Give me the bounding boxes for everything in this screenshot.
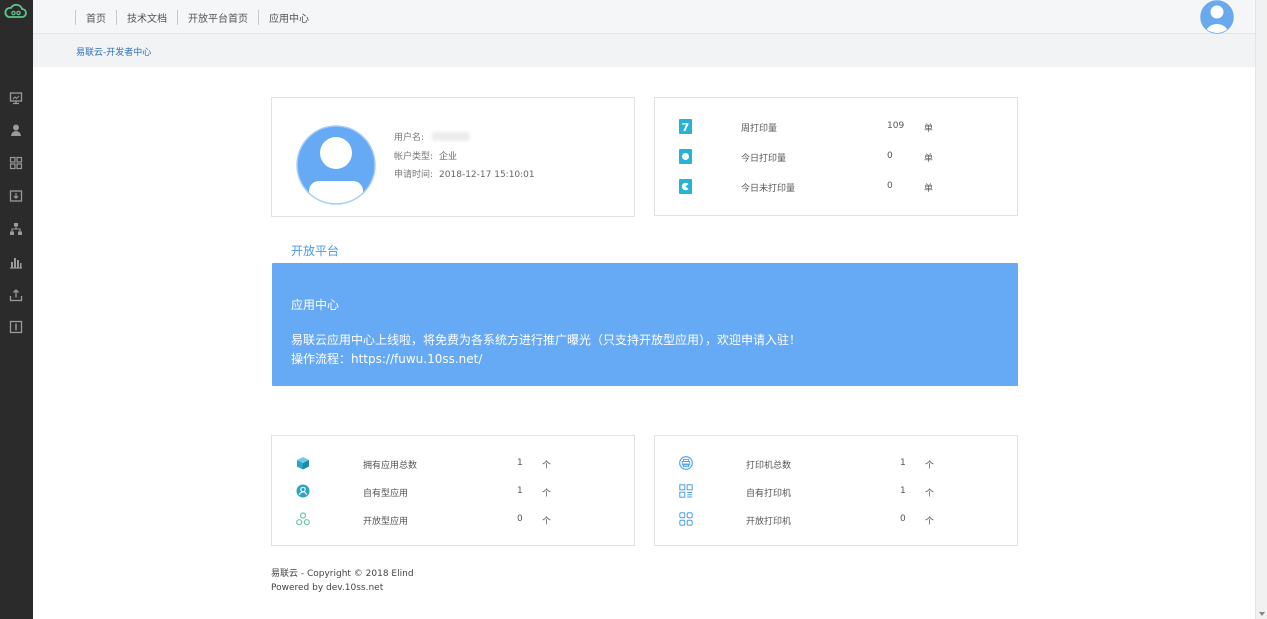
app-stat-row-total: 拥有应用总数 1 个 [296, 456, 616, 471]
banner-link[interactable]: 操作流程：https://fuwu.10ss.net/ [291, 350, 482, 367]
pacman-icon [679, 179, 692, 194]
printer-stat-label: 自有打印机 [746, 489, 792, 499]
app-stat-unit: 个 [542, 489, 552, 499]
stat-value: 0 [887, 181, 893, 191]
user-circle-icon [296, 484, 310, 498]
stat-label: 今日打印量 [741, 154, 787, 164]
user-avatar-icon[interactable] [1199, 0, 1235, 35]
calendar-7-icon: 7 [679, 119, 692, 134]
apply-time-row: 申请时间: 2018-12-17 15:10:01 [394, 167, 535, 180]
account-type-value: 企业 [439, 152, 458, 162]
account-type-row: 帐户类型: 企业 [394, 149, 457, 162]
sitemap-icon[interactable] [9, 222, 23, 236]
printer-stat-unit: 个 [925, 517, 935, 527]
circle-icon [679, 149, 692, 164]
username-label: 用户名: [394, 133, 425, 143]
printer-stat-value: 0 [900, 514, 906, 524]
share-nodes-icon [296, 512, 310, 526]
app-stats-card: 拥有应用总数 1 个 自有型应用 1 个 开放型应用 0 个 [271, 435, 635, 546]
printer-stat-label: 开放打印机 [746, 517, 792, 527]
printer-stat-row-open: 开放打印机 0 个 [679, 512, 999, 527]
printer-stat-value: 1 [900, 458, 906, 468]
app-stat-label: 拥有应用总数 [363, 461, 418, 471]
printer-stat-value: 1 [900, 486, 906, 496]
app-stat-row-own: 自有型应用 1 个 [296, 484, 616, 499]
app-stat-label: 自有型应用 [363, 489, 409, 499]
username-value-blurred [432, 132, 471, 141]
banner-title: 应用中心 [291, 298, 340, 312]
stat-unit: 单 [924, 184, 934, 194]
nav-link-platform-home[interactable]: 开放平台首页 [178, 10, 258, 25]
nav-link-docs[interactable]: 技术文档 [117, 10, 177, 25]
banner-text: 易联云应用中心上线啦，将免费为各系统方进行推广曝光（只支持开放型应用），欢迎申请… [291, 333, 802, 347]
grid-icon[interactable] [9, 156, 23, 170]
nav-link-app-center[interactable]: 应用中心 [259, 10, 319, 25]
app-stat-row-open: 开放型应用 0 个 [296, 512, 616, 527]
svg-text:7: 7 [682, 121, 690, 134]
app-stat-label: 开放型应用 [363, 517, 409, 527]
printer-stat-row-own: 自有打印机 1 个 [679, 484, 999, 499]
app-stat-unit: 个 [542, 517, 552, 527]
stat-unit: 单 [924, 154, 934, 164]
apply-time-label: 申请时间: [394, 170, 434, 180]
monitor-icon[interactable] [9, 91, 23, 105]
printer-stat-row-total: 打印机总数 1 个 [679, 456, 999, 471]
app-stat-value: 1 [517, 486, 523, 496]
footer-powered-by[interactable]: Powered by dev.10ss.net [271, 581, 414, 595]
stat-value: 0 [887, 151, 893, 161]
app-stat-unit: 个 [542, 461, 552, 471]
stat-unit: 单 [924, 124, 934, 134]
scrollbar[interactable] [1255, 0, 1267, 619]
top-nav: 首页 技术文档 开放平台首页 应用中心 [75, 0, 319, 34]
stat-value: 109 [887, 121, 905, 131]
nav-link-home[interactable]: 首页 [76, 10, 116, 25]
cube-icon [297, 457, 309, 470]
stat-label: 周打印量 [741, 124, 778, 134]
upload-icon[interactable] [9, 288, 23, 302]
apply-time-value: 2018-12-17 15:10:01 [439, 170, 535, 180]
printer-stat-unit: 个 [925, 489, 935, 499]
app-center-banner: 应用中心 易联云应用中心上线啦，将免费为各系统方进行推广曝光（只支持开放型应用）… [272, 263, 1018, 386]
printer-stats-card: 打印机总数 1 个 自有打印机 1 个 开放打印机 0 个 [654, 435, 1018, 546]
cloud-logo-icon[interactable] [4, 2, 28, 20]
section-title: 开放平台 [291, 244, 340, 258]
apps-icon [679, 512, 693, 526]
footer-copyright: 易联云 - Copyright © 2018 Elind [271, 569, 414, 579]
profile-card: 用户名: 帐户类型: 企业 申请时间: 2018-12-17 15:10:01 [271, 97, 635, 217]
app-stat-value: 0 [517, 514, 523, 524]
scroll-down-arrow-icon[interactable] [1259, 612, 1265, 616]
qrcode-icon [679, 484, 693, 498]
bar-chart-icon[interactable] [9, 255, 23, 269]
footer: 易联云 - Copyright © 2018 Elind Powered by … [271, 567, 414, 595]
print-stats-card: 7 周打印量 109 单 今日打印量 0 单 今日未打印量 0 单 [654, 97, 1018, 216]
stat-label: 今日未打印量 [741, 184, 796, 194]
left-sidebar [0, 0, 33, 619]
stat-row-unprinted: 今日未打印量 0 单 [679, 179, 979, 194]
printer-stat-unit: 个 [925, 461, 935, 471]
download-box-icon[interactable] [9, 189, 23, 203]
profile-avatar-icon [296, 125, 376, 205]
account-type-label: 帐户类型: [394, 152, 434, 162]
stat-row-weekly: 7 周打印量 109 单 [679, 119, 979, 134]
app-stat-value: 1 [517, 458, 523, 468]
breadcrumb-bar: 易联云-开发者中心 [33, 34, 1255, 67]
username-row: 用户名: [394, 130, 471, 143]
printer-stat-label: 打印机总数 [746, 461, 792, 471]
top-bar: 首页 技术文档 开放平台首页 应用中心 [33, 0, 1255, 34]
breadcrumb[interactable]: 易联云-开发者中心 [76, 45, 151, 58]
user-icon[interactable] [9, 123, 23, 137]
stat-row-today: 今日打印量 0 单 [679, 149, 979, 164]
printer-icon [679, 456, 693, 470]
book-icon[interactable] [9, 320, 23, 334]
